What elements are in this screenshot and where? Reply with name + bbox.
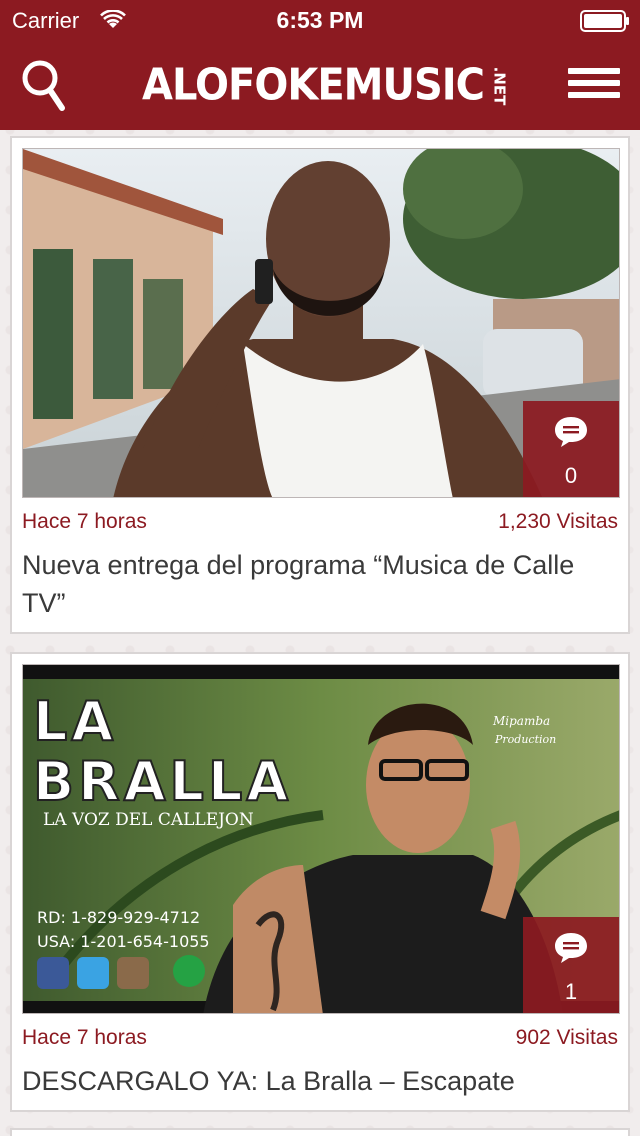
post-card[interactable]: LA BRALLA LA VOZ DEL CALLEJON RD: 1-829-… bbox=[10, 652, 630, 1112]
whatsapp-icon bbox=[173, 955, 205, 987]
hamburger-menu-icon bbox=[568, 68, 620, 74]
status-time: 6:53 PM bbox=[276, 7, 364, 33]
nav-bar: ALOFOKEMUSIC .NET bbox=[0, 40, 640, 130]
logo-text: ALOFOKEMUSIC bbox=[142, 59, 485, 111]
flyer-line2: BRALLA bbox=[33, 750, 292, 813]
post-thumbnail[interactable]: 0 bbox=[22, 148, 620, 498]
comment-count: 1 bbox=[564, 979, 578, 1004]
post-thumbnail[interactable]: LA BRALLA LA VOZ DEL CALLEJON RD: 1-829-… bbox=[22, 664, 620, 1014]
post-title[interactable]: Nueva entrega del programa “Musica de Ca… bbox=[22, 546, 612, 622]
logo-suffix: .NET bbox=[490, 66, 509, 106]
flyer-line1: LA bbox=[33, 690, 117, 753]
comment-count-badge[interactable]: 1 bbox=[523, 917, 619, 1013]
flyer-tagline: LA VOZ DEL CALLEJON bbox=[43, 810, 254, 830]
menu-button[interactable] bbox=[568, 68, 620, 104]
flyer-producer-1: Mipamba bbox=[492, 714, 550, 728]
comment-bubble-icon bbox=[555, 417, 587, 447]
post-time: Hace 7 horas bbox=[22, 1026, 147, 1049]
comment-count: 0 bbox=[564, 463, 578, 488]
post-visits: 902 Visitas bbox=[515, 1026, 618, 1049]
facebook-icon bbox=[37, 957, 69, 989]
post-title[interactable]: DESCARGALO YA: La Bralla – Escapate bbox=[22, 1062, 612, 1100]
top-bar: Carrier 6:53 PM ALOFOKEMUSIC .NET bbox=[0, 0, 640, 130]
search-button[interactable] bbox=[20, 58, 70, 114]
instagram-icon bbox=[117, 957, 149, 989]
flyer-producer-2: Production bbox=[494, 733, 556, 746]
comment-count-badge[interactable]: 0 bbox=[523, 401, 619, 497]
flyer-phone-rd: RD: 1-829-929-4712 bbox=[37, 908, 200, 927]
twitter-icon bbox=[77, 957, 109, 989]
post-card[interactable]: 0 Hace 7 horas 1,230 Visitas Nueva entre… bbox=[10, 136, 630, 634]
status-bar: Carrier 6:53 PM bbox=[0, 0, 640, 40]
search-icon bbox=[22, 60, 65, 111]
comment-bubble-icon bbox=[555, 933, 587, 963]
flyer-phone-usa: USA: 1-201-654-1055 bbox=[37, 932, 210, 951]
post-card[interactable] bbox=[10, 1128, 630, 1136]
post-time: Hace 7 horas bbox=[22, 510, 147, 533]
site-logo[interactable]: ALOFOKEMUSIC .NET bbox=[142, 59, 508, 111]
post-visits: 1,230 Visitas bbox=[498, 510, 618, 533]
battery-icon bbox=[580, 10, 629, 32]
